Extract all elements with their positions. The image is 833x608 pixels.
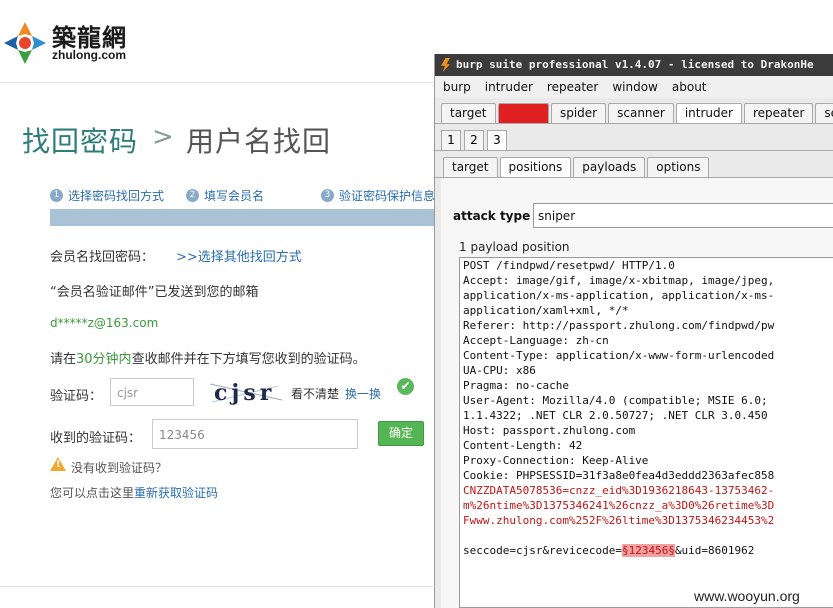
captcha-image-text: cjsr <box>214 380 275 406</box>
payload-marker[interactable]: §123456§ <box>621 544 675 557</box>
captcha-input[interactable]: cjsr <box>110 378 194 406</box>
request-line: POST /findpwd/resetpwd/ HTTP/1.0 <box>463 259 675 272</box>
burp-main-tabs: target proxy spider scanner intruder rep… <box>441 103 833 123</box>
step-progress-bar <box>50 209 450 226</box>
request-line: Cookie: PHPSESSID=31f3a8e0fea4d3eddd2363… <box>463 469 775 482</box>
request-line: Host: passport.zhulong.com <box>463 424 636 437</box>
received-code-label: 收到的验证码： <box>50 431 142 446</box>
resend-code-link[interactable]: 重新获取验证码 <box>134 486 218 500</box>
step-1: 1 选择密码找回方式 <box>50 187 164 204</box>
email-sent-message: “会员名验证邮件”已发送到您的邮箱 <box>50 285 259 300</box>
subtab-positions[interactable]: positions <box>499 157 572 177</box>
burp-menu-bar: burp intruder repeater window about <box>435 76 833 98</box>
instruction-pre: 请在 <box>50 352 77 367</box>
request-editor[interactable]: POST /findpwd/resetpwd/ HTTP/1.0 Accept: … <box>459 257 833 608</box>
request-line: Accept: image/gif, image/x-xbitmap, imag… <box>463 274 775 287</box>
payload-position-count: 1 payload position <box>459 240 570 254</box>
attack-type-select[interactable]: sniper <box>533 203 833 228</box>
request-line: UA-CPU: x86 <box>463 364 536 377</box>
warning-mark: ! <box>56 459 61 470</box>
tab-proxy[interactable]: proxy <box>497 103 549 123</box>
title-separator: > <box>152 122 174 152</box>
body-prefix: seccode=cjsr&revicecode= <box>463 544 622 557</box>
request-line: application/x-ms-application, applicatio… <box>463 289 775 302</box>
refresh-captcha-link[interactable]: 换一换 <box>345 385 381 402</box>
zhulong-logo-icon[interactable] <box>2 20 48 66</box>
step-label: 验证密码保护信息 <box>339 189 436 203</box>
tab-scanner[interactable]: scanner <box>608 103 674 123</box>
subtab-target[interactable]: target <box>443 157 498 177</box>
instruction-highlight: 30分钟内 <box>76 352 132 367</box>
tab-spider[interactable]: spider <box>550 103 607 123</box>
menu-repeater[interactable]: repeater <box>547 76 598 98</box>
request-line: User-Agent: Mozilla/4.0 (compatible; MSI… <box>463 394 768 407</box>
footer-divider <box>0 586 433 587</box>
no-code-label: 没有收到验证码？ <box>71 461 168 475</box>
received-code-input[interactable]: 123456 <box>152 419 358 449</box>
number-tab-3[interactable]: 3 <box>487 130 507 150</box>
captcha-label: 验证码： <box>50 389 103 404</box>
menu-burp[interactable]: burp <box>443 76 471 98</box>
request-line: Proxy-Connection: Keep-Alive <box>463 454 649 467</box>
resend-text: 您可以点击这里 <box>50 486 135 500</box>
menu-about[interactable]: about <box>672 76 707 98</box>
step-number: 2 <box>186 189 199 202</box>
unclear-label: 看不清楚 <box>291 387 340 401</box>
burp-title-text: burp suite professional v1.4.07 - licens… <box>456 58 814 71</box>
tab-target[interactable]: target <box>441 103 496 123</box>
subtab-options[interactable]: options <box>647 157 710 177</box>
subtab-payloads[interactable]: payloads <box>573 157 646 177</box>
step-label: 填写会员名 <box>204 189 265 203</box>
tabs-divider <box>435 123 833 124</box>
captcha-image[interactable]: cjsr <box>208 378 284 408</box>
step-3: 3 验证密码保护信息 <box>321 187 435 204</box>
tab-intruder[interactable]: intruder <box>675 103 742 123</box>
check-icon: ✔ <box>397 378 414 395</box>
step-number: 1 <box>50 189 63 202</box>
burp-window: burp suite professional v1.4.07 - licens… <box>434 54 833 608</box>
step-number: 3 <box>321 189 334 202</box>
body-suffix: &uid=8601962 <box>674 544 755 557</box>
burp-title-bar: burp suite professional v1.4.07 - licens… <box>435 54 833 76</box>
intruder-number-tabs: 1 2 3 <box>441 130 510 150</box>
burp-logo-icon <box>441 58 450 72</box>
username-recovery-label: 会员名找回密码： <box>50 250 155 265</box>
menu-intruder[interactable]: intruder <box>485 76 533 98</box>
request-line: Pragma: no-cache <box>463 379 569 392</box>
confirm-button[interactable]: 确定 <box>378 421 424 446</box>
request-line: CNZZDATA5078536=cnzz_eid%3D1936218643-13… <box>463 484 775 497</box>
tab-repeater[interactable]: repeater <box>743 103 814 123</box>
wooyun-watermark: www.wooyun.org <box>694 588 800 604</box>
request-line: 1.1.4322; .NET CLR 2.0.50727; .NET CLR 3… <box>463 409 768 422</box>
page-title: 找回密码 <box>22 125 139 158</box>
step-2: 2 填写会员名 <box>186 187 264 204</box>
attack-type-label: attack type <box>453 209 531 223</box>
logo-english-text: zhulong.com <box>52 48 126 62</box>
request-body-line: seccode=cjsr&revicecode=§123456§&uid=860… <box>460 543 833 558</box>
menu-window[interactable]: window <box>612 76 658 98</box>
page-subtitle: 用户名找回 <box>186 125 332 158</box>
request-line: Referer: http://passport.zhulong.com/fin… <box>463 319 775 332</box>
tab-sequencer[interactable]: seque <box>815 103 833 123</box>
number-tab-2[interactable]: 2 <box>464 130 484 150</box>
number-tabs-divider <box>435 150 833 151</box>
request-line <box>460 528 833 543</box>
request-line: Content-Length: 42 <box>463 439 583 452</box>
request-line: application/xaml+xml, */* <box>463 304 629 317</box>
instruction-post: 查收邮件并在下方填写您收到的验证码。 <box>131 352 366 367</box>
number-tab-1[interactable]: 1 <box>441 130 461 150</box>
resend-line: 您可以点击这里重新获取验证码 <box>50 484 218 501</box>
request-line: Fwww.zhulong.com%252F%26ltime%3D13753462… <box>463 514 775 527</box>
request-lines: POST /findpwd/resetpwd/ HTTP/1.0 Accept: … <box>460 258 833 543</box>
request-line: Accept-Language: zh-cn <box>463 334 609 347</box>
masked-email: d*****z@163.com <box>50 316 159 330</box>
request-line: Content-Type: application/x-www-form-url… <box>463 349 775 362</box>
request-line: m%26ntime%3D1375346241%26cnzz_a%3D0%26re… <box>463 499 775 512</box>
intruder-sub-tabs: target positions payloads options <box>443 157 711 177</box>
other-method-link[interactable]: >>选择其他找回方式 <box>176 246 302 265</box>
step-label: 选择密码找回方式 <box>68 189 165 203</box>
instruction-text: 请在30分钟内查收邮件并在下方填写您收到的验证码。 <box>50 348 366 367</box>
